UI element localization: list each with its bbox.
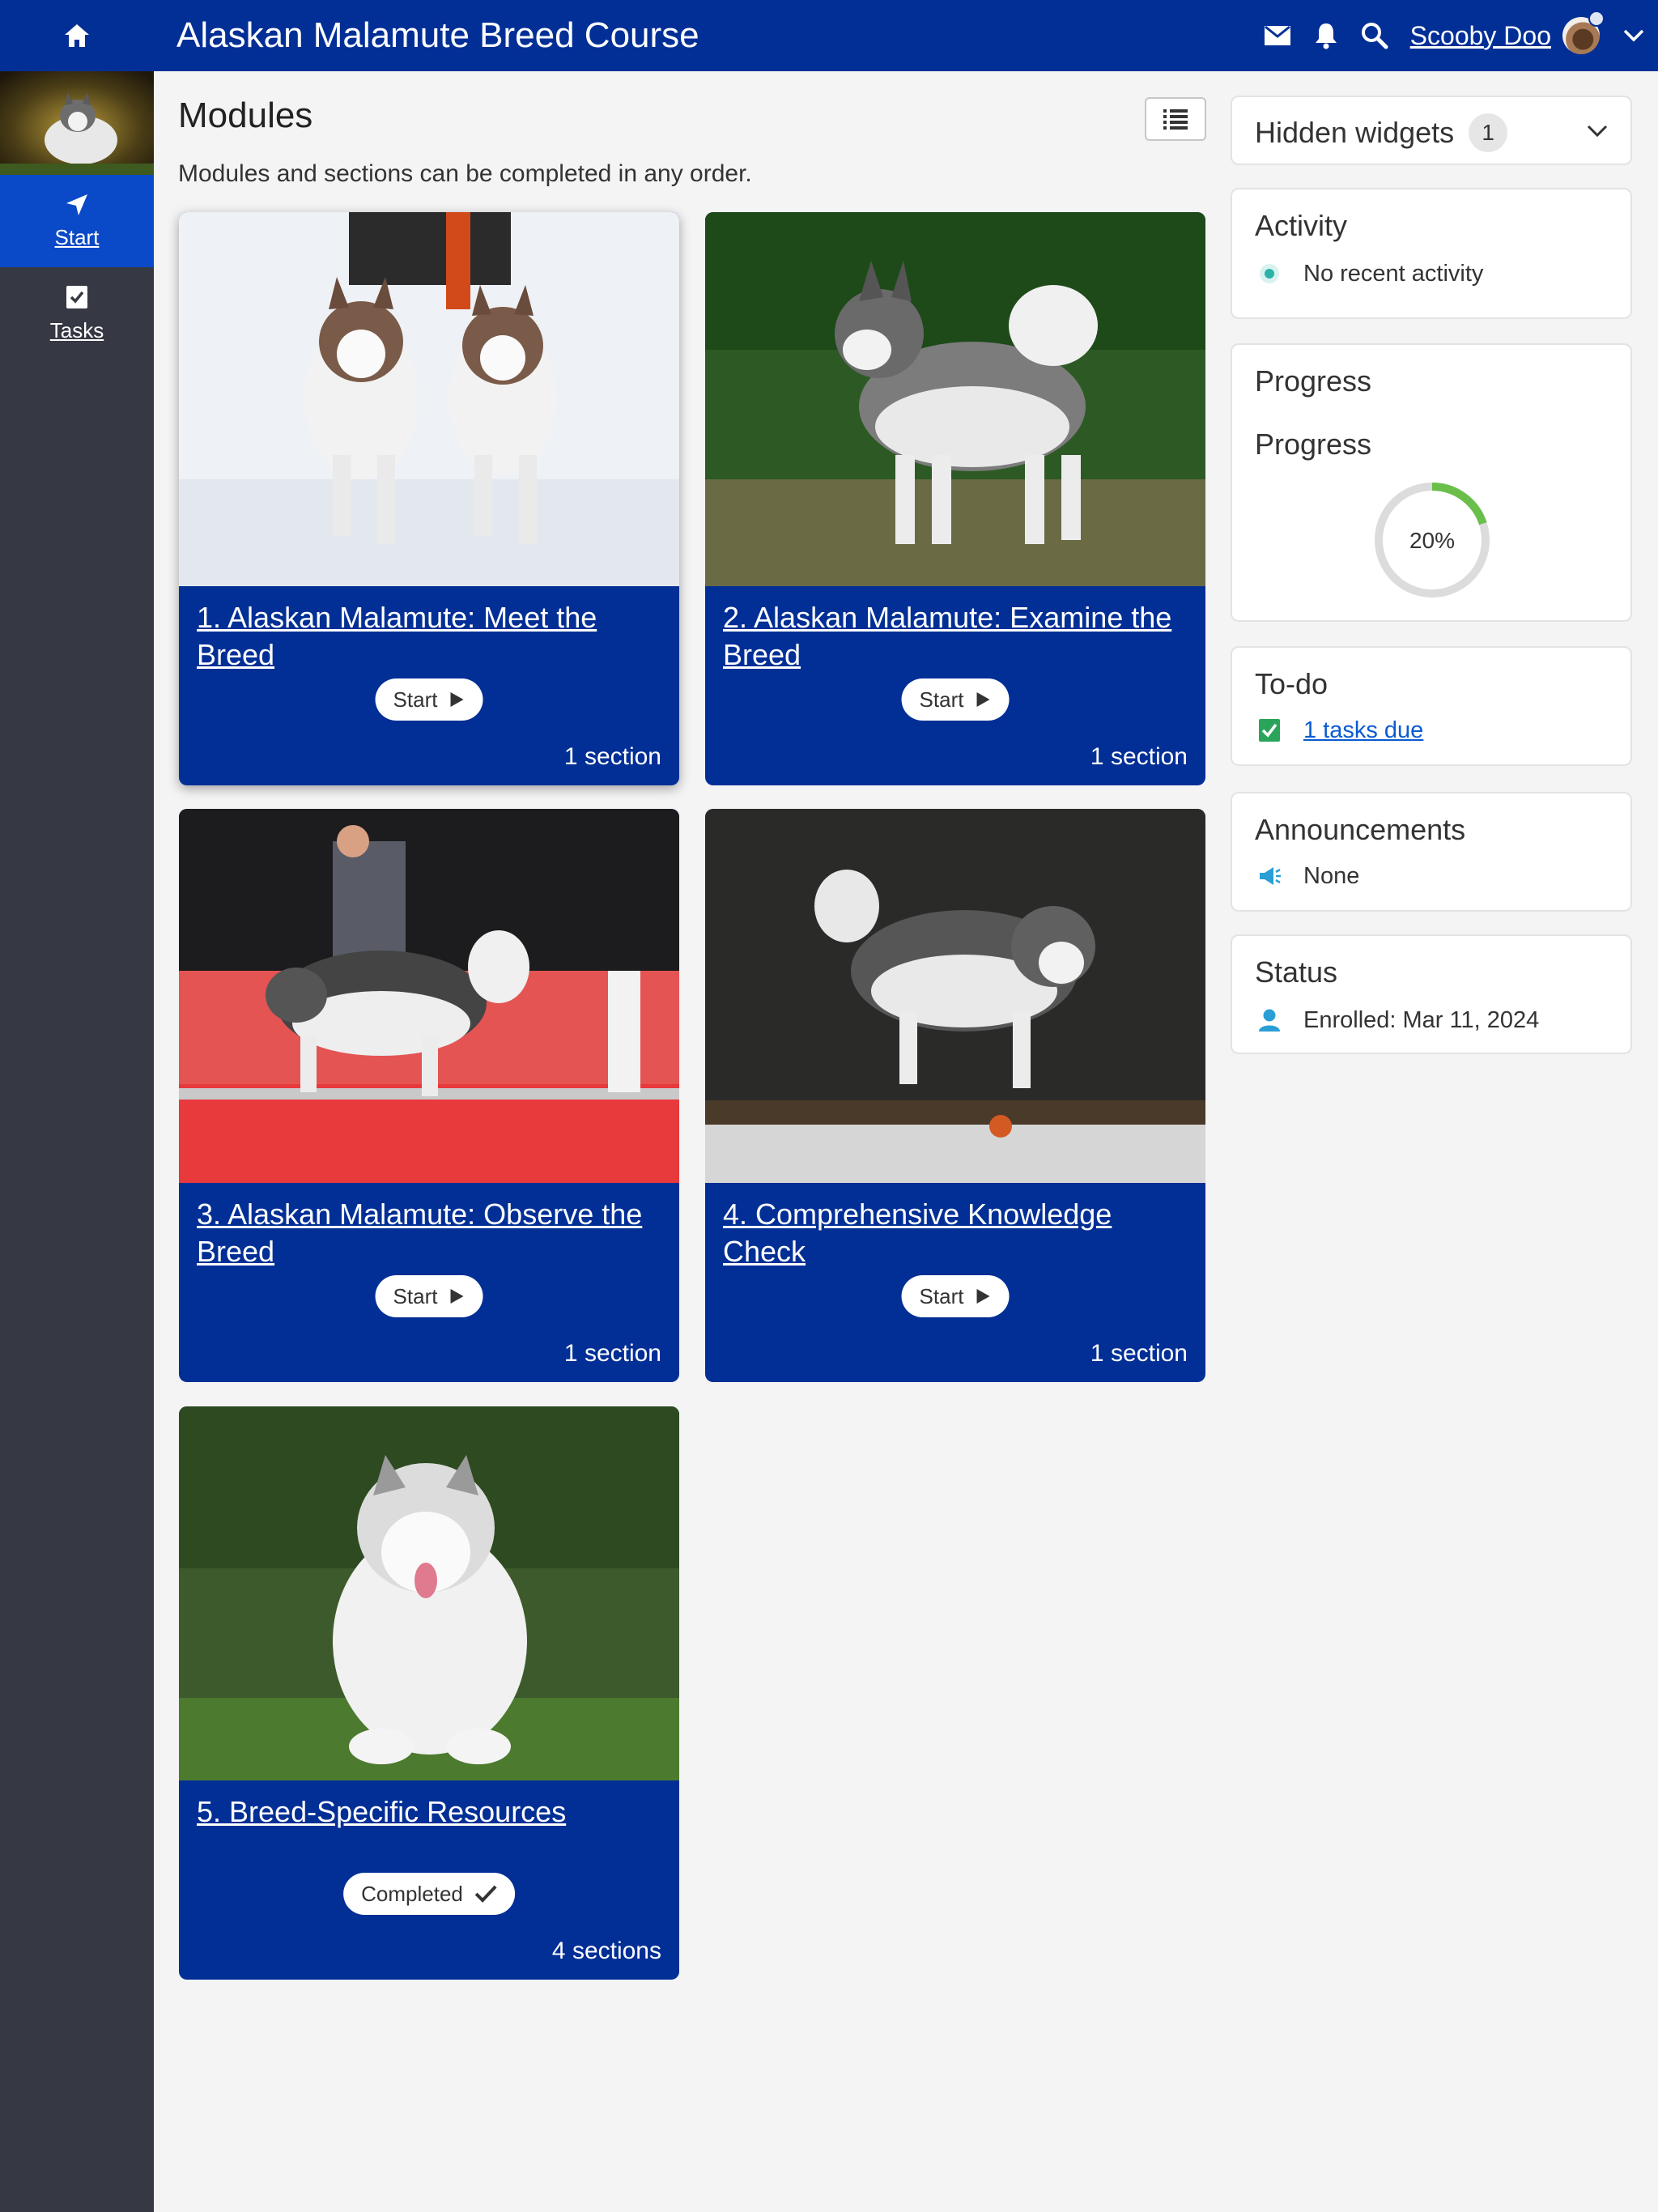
sidebar-item-tasks[interactable]: Tasks	[0, 267, 154, 359]
progress-widget: Progress Progress 20%	[1231, 343, 1632, 622]
section-count: 1 section	[1090, 1340, 1188, 1367]
chevron-down-icon	[1587, 125, 1608, 138]
notifications-button[interactable]	[1302, 0, 1350, 71]
module-title-link[interactable]: 3. Alaskan Malamute: Observe the Breed	[197, 1196, 666, 1270]
widget-title: Activity	[1255, 209, 1348, 242]
todo-widget: To-do 1 tasks due	[1231, 646, 1632, 766]
play-icon	[450, 1289, 464, 1304]
avatar[interactable]	[1562, 11, 1605, 54]
progress-donut: 20%	[1375, 483, 1490, 598]
module-image	[705, 809, 1205, 1183]
widget-title: Status	[1255, 955, 1338, 989]
module-image	[179, 1406, 679, 1780]
activity-text: No recent activity	[1303, 260, 1484, 287]
announcements-widget: Announcements None	[1231, 792, 1632, 912]
course-title: Alaskan Malamute Breed Course	[176, 15, 699, 55]
list-view-toggle[interactable]	[1145, 97, 1206, 141]
search-button[interactable]	[1350, 0, 1399, 71]
module-image	[705, 212, 1205, 586]
user-name-link[interactable]: Scooby Doo	[1410, 21, 1551, 51]
megaphone-icon	[1260, 867, 1281, 885]
activity-widget: Activity No recent activity	[1231, 188, 1632, 319]
home-icon	[65, 24, 89, 47]
module-card[interactable]: 2. Alaskan Malamute: Examine the Breed S…	[705, 212, 1205, 785]
modules-description: Modules and sections can be completed in…	[178, 160, 752, 187]
completed-label: Completed	[361, 1881, 463, 1906]
module-title-link[interactable]: 1. Alaskan Malamute: Meet the Breed	[197, 599, 666, 674]
progress-subtitle: Progress	[1255, 428, 1372, 461]
module-title-link[interactable]: 4. Comprehensive Knowledge Check	[723, 1196, 1192, 1270]
play-icon	[450, 692, 464, 707]
widget-title: Progress	[1255, 364, 1372, 398]
widget-title: Announcements	[1255, 813, 1466, 846]
widget-title: To-do	[1255, 667, 1329, 700]
module-card[interactable]: 4. Comprehensive Knowledge Check Start 1…	[705, 809, 1205, 1382]
play-icon	[976, 1289, 990, 1304]
hidden-widgets-count: 1	[1469, 113, 1508, 152]
page-title: Modules	[178, 96, 313, 135]
sidebar-item-label: Tasks	[49, 317, 104, 342]
start-button[interactable]: Start	[901, 678, 1010, 721]
start-button[interactable]: Start	[901, 1275, 1010, 1317]
module-title-link[interactable]: 2. Alaskan Malamute: Examine the Breed	[723, 599, 1192, 674]
start-label: Start	[393, 687, 438, 712]
start-button[interactable]: Start	[375, 678, 483, 721]
user-menu-toggle[interactable]	[1609, 0, 1658, 71]
play-icon	[976, 692, 990, 707]
module-image	[179, 212, 679, 586]
checkbox-icon	[1259, 719, 1280, 742]
start-label: Start	[919, 687, 964, 712]
sidebar-item-start[interactable]: Start	[0, 175, 154, 267]
navigation-arrow-icon	[66, 194, 87, 215]
start-label: Start	[919, 1283, 964, 1308]
checkmark-icon	[474, 1885, 497, 1903]
module-card[interactable]: 3. Alaskan Malamute: Observe the Breed S…	[179, 809, 679, 1382]
avatar-status-dot	[1588, 11, 1605, 27]
module-card[interactable]: 5. Breed-Specific Resources Completed 4 …	[179, 1406, 679, 1980]
section-count: 1 section	[563, 743, 661, 770]
tasks-due-link[interactable]: 1 tasks due	[1303, 717, 1423, 744]
status-widget: Status Enrolled: Mar 11, 2024	[1231, 934, 1632, 1054]
hidden-widgets-panel[interactable]: Hidden widgets 1	[1231, 96, 1632, 165]
start-label: Start	[393, 1283, 438, 1308]
module-title-link[interactable]: 5. Breed-Specific Resources	[197, 1793, 666, 1831]
home-button[interactable]	[0, 0, 154, 71]
status-text: Enrolled: Mar 11, 2024	[1303, 1006, 1540, 1033]
completed-button[interactable]: Completed	[343, 1873, 515, 1915]
section-count: 4 sections	[551, 1938, 661, 1964]
chevron-down-icon	[1623, 29, 1644, 42]
checkbox-icon	[66, 285, 87, 308]
envelope-icon	[1264, 25, 1290, 45]
activity-dot-icon	[1260, 264, 1279, 283]
start-button[interactable]: Start	[375, 1275, 483, 1317]
section-count: 1 section	[1090, 743, 1188, 770]
list-icon	[1163, 109, 1188, 130]
user-icon	[1259, 1009, 1280, 1032]
bell-icon	[1315, 23, 1337, 49]
module-image	[179, 809, 679, 1183]
sidebar: Start Tasks	[0, 71, 154, 2212]
messages-button[interactable]	[1253, 0, 1302, 71]
top-bar: Alaskan Malamute Breed Course Scooby Doo	[0, 0, 1658, 71]
course-thumbnail	[0, 71, 154, 175]
search-icon	[1361, 23, 1388, 49]
progress-value: 20%	[1409, 528, 1455, 553]
announcements-text: None	[1303, 862, 1360, 889]
sidebar-item-label: Start	[54, 224, 100, 249]
section-count: 1 section	[563, 1340, 661, 1367]
hidden-widgets-label: Hidden widgets	[1255, 116, 1455, 149]
module-card[interactable]: 1. Alaskan Malamute: Meet the Breed Star…	[179, 212, 679, 785]
